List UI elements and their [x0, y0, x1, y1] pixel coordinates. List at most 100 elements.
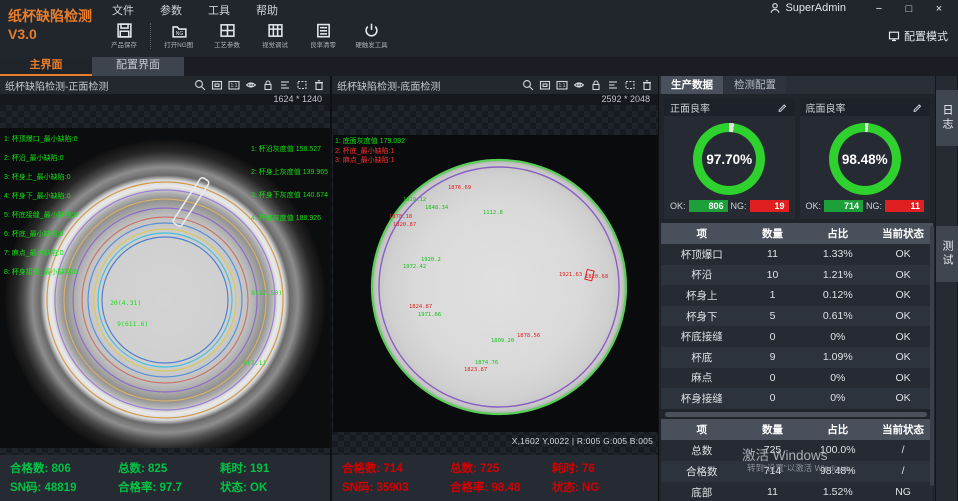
lock-icon[interactable] — [590, 79, 602, 91]
svg-text:20(4.31): 20(4.31) — [110, 299, 141, 307]
annotation-line: 6: 杯底_最小缺陷:0 — [4, 225, 78, 244]
ok-count-badge: 806 — [689, 200, 728, 212]
menu-item[interactable]: 文件 — [112, 2, 134, 18]
zoom-icon[interactable] — [194, 79, 206, 91]
table-row[interactable]: 总数725100.0%/ — [661, 440, 933, 461]
table-row[interactable]: 底部111.52%NG — [661, 482, 933, 501]
roi-icon[interactable] — [296, 79, 308, 91]
bottom-yield-percent: 98.48% — [838, 132, 892, 186]
bottom-resolution: 2592 * 2048 — [332, 94, 658, 105]
svg-text:9(611.6): 9(611.6) — [117, 320, 148, 328]
lock-icon[interactable] — [262, 79, 274, 91]
trash-icon[interactable] — [641, 79, 653, 91]
ng-label: NG: — [731, 201, 747, 211]
front-image-area[interactable]: 20(4.31)8(17.50)9(611.6)6(1.1) 1: 杯顶爆口_最… — [0, 105, 330, 455]
toolbar-button[interactable]: 硬触发工具 — [347, 20, 395, 50]
config-mode-button[interactable]: 配置模式 — [888, 28, 948, 44]
data-panel: 生产数据 检测配置 正面良率 97.70% OK: 806 NG: — [658, 76, 935, 501]
table-row[interactable]: 杯身接缝00%OK — [661, 388, 933, 409]
ok-label: OK: — [670, 201, 686, 211]
toolbar-button[interactable]: NG打开NG图 — [155, 20, 203, 50]
tab-config-interface[interactable]: 配置界面 — [92, 57, 184, 76]
status-field: 状态: OK — [220, 479, 330, 495]
annotation-line: 2: 杯沿_最小缺陷:0 — [4, 149, 78, 168]
menu-item[interactable]: 工具 — [208, 2, 230, 18]
column-header: 数量 — [743, 223, 803, 244]
toolbar-button[interactable]: 视觉调试 — [251, 20, 299, 50]
front-status-bar: 合格数: 806总数: 825耗时: 191SN码: 48819合格率: 97.… — [0, 455, 330, 501]
toolbar-button[interactable]: 工艺参数 — [203, 20, 251, 50]
eye-icon[interactable] — [573, 79, 585, 91]
annotation-line: 1: 底面灰度值 179.092 — [335, 137, 405, 147]
toolbar-button[interactable]: 良率清零 — [299, 20, 347, 50]
close-button[interactable]: × — [926, 2, 952, 18]
annotation-line: 2: 杯身上灰度值 139.965 — [251, 161, 328, 184]
tab-main-interface[interactable]: 主界面 — [0, 57, 92, 76]
summary-table: 项数量占比当前状态 总数725100.0%/合格数71498.48%/底部111… — [661, 419, 933, 501]
ng-count-badge: 19 — [750, 200, 789, 212]
one-to-one-icon[interactable]: 1:1 — [228, 79, 240, 91]
annotation-line: 8: 杯身接缝_最小缺陷:0 — [4, 263, 78, 282]
table-row[interactable]: 麻点00%OK — [661, 368, 933, 389]
tab-detection-config[interactable]: 检测配置 — [724, 76, 786, 94]
tab-log[interactable]: 日志 — [936, 90, 958, 146]
tables-area: 项数量占比当前状态 杯顶爆口111.33%OK杯沿101.21%OK杯身上10.… — [659, 223, 935, 501]
front-view-title: 纸杯缺陷检测-正面检测 — [5, 78, 108, 93]
bottom-yield-card: 底面良率 98.48% OK: 714 NG: 11 — [800, 99, 931, 219]
fit-view-icon[interactable] — [211, 79, 223, 91]
maximize-button[interactable]: □ — [896, 2, 922, 18]
column-header: 占比 — [802, 223, 873, 244]
table-row[interactable]: 杯沿101.21%OK — [661, 265, 933, 286]
front-yield-card: 正面良率 97.70% OK: 806 NG: 19 — [664, 99, 795, 219]
trash-icon[interactable] — [313, 79, 325, 91]
svg-text:NG: NG — [175, 31, 183, 37]
measure-icon[interactable] — [607, 79, 619, 91]
tab-production-data[interactable]: 生产数据 — [661, 76, 723, 94]
svg-text:8(17.50): 8(17.50) — [251, 289, 282, 297]
bottom-image-area[interactable]: 1876.691919.121848.341878.181820.871112.… — [332, 105, 658, 455]
annotation-line: 1: 杯沿灰度值 158.527 — [251, 138, 328, 161]
fit-view-icon[interactable] — [539, 79, 551, 91]
table-row[interactable]: 合格数71498.48%/ — [661, 461, 933, 482]
table-row[interactable]: 杯身下50.61%OK — [661, 306, 933, 327]
svg-text:1:1: 1:1 — [559, 83, 566, 89]
svg-text:1874.76: 1874.76 — [475, 360, 498, 366]
horizontal-scrollbar[interactable] — [665, 412, 927, 417]
table-row[interactable]: 杯身上10.12%OK — [661, 285, 933, 306]
vertical-scrollbar[interactable] — [930, 226, 934, 486]
user-area[interactable]: SuperAdmin — [769, 2, 846, 14]
bottom-view-header: 纸杯缺陷检测-底面检测 1:1 — [332, 76, 658, 94]
tab-test[interactable]: 测试 — [936, 226, 958, 282]
front-resolution: 1624 * 1240 — [0, 94, 330, 105]
edit-icon[interactable] — [777, 102, 789, 114]
toolbar-button-label: 硬触发工具 — [355, 40, 387, 49]
svg-text:6(1.1): 6(1.1) — [243, 359, 266, 367]
table-row[interactable]: 杯底91.09%OK — [661, 347, 933, 368]
svg-text:1820.87: 1820.87 — [393, 222, 416, 228]
ok-count-badge: 714 — [824, 200, 863, 212]
app-title: 纸杯缺陷检测 V3.0 — [0, 0, 97, 57]
table-row[interactable]: 杯底接缝00%OK — [661, 326, 933, 347]
app-window: 纸杯缺陷检测 V3.0 文件 参数 工具 帮助 产品保存NG打开NG图工艺参数视觉调试… — [0, 0, 958, 501]
minimize-button[interactable]: − — [866, 2, 892, 18]
status-field: 总数: 725 — [450, 460, 552, 476]
annotation-line: 3: 麻点_最小缺陷:1 — [335, 156, 405, 166]
column-header: 当前状态 — [873, 419, 933, 440]
bottom-status-bar: 合格数: 714总数: 725耗时: 76SN码: 35903合格率: 98.4… — [332, 455, 658, 501]
status-field: 合格数: 806 — [10, 460, 118, 476]
eye-icon[interactable] — [245, 79, 257, 91]
edit-icon[interactable] — [912, 102, 924, 114]
annotation-line: 4: 杯身下_最小缺陷:0 — [4, 187, 78, 206]
toolbar-button[interactable]: 产品保存 — [100, 20, 148, 50]
measure-icon[interactable] — [279, 79, 291, 91]
menu-item[interactable]: 帮助 — [256, 2, 278, 18]
menu-item[interactable]: 参数 — [160, 2, 182, 18]
svg-text:1824.87: 1824.87 — [409, 304, 432, 310]
one-to-one-icon[interactable]: 1:1 — [556, 79, 568, 91]
zoom-icon[interactable] — [522, 79, 534, 91]
roi-icon[interactable] — [624, 79, 636, 91]
table-row[interactable]: 杯顶爆口111.33%OK — [661, 244, 933, 265]
annotation-line: 2: 杯底_最小缺陷:1 — [335, 147, 405, 157]
defect-table: 项数量占比当前状态 杯顶爆口111.33%OK杯沿101.21%OK杯身上10.… — [661, 223, 933, 409]
toolbar: 产品保存NG打开NG图工艺参数视觉调试良率清零硬触发工具 — [100, 20, 395, 57]
